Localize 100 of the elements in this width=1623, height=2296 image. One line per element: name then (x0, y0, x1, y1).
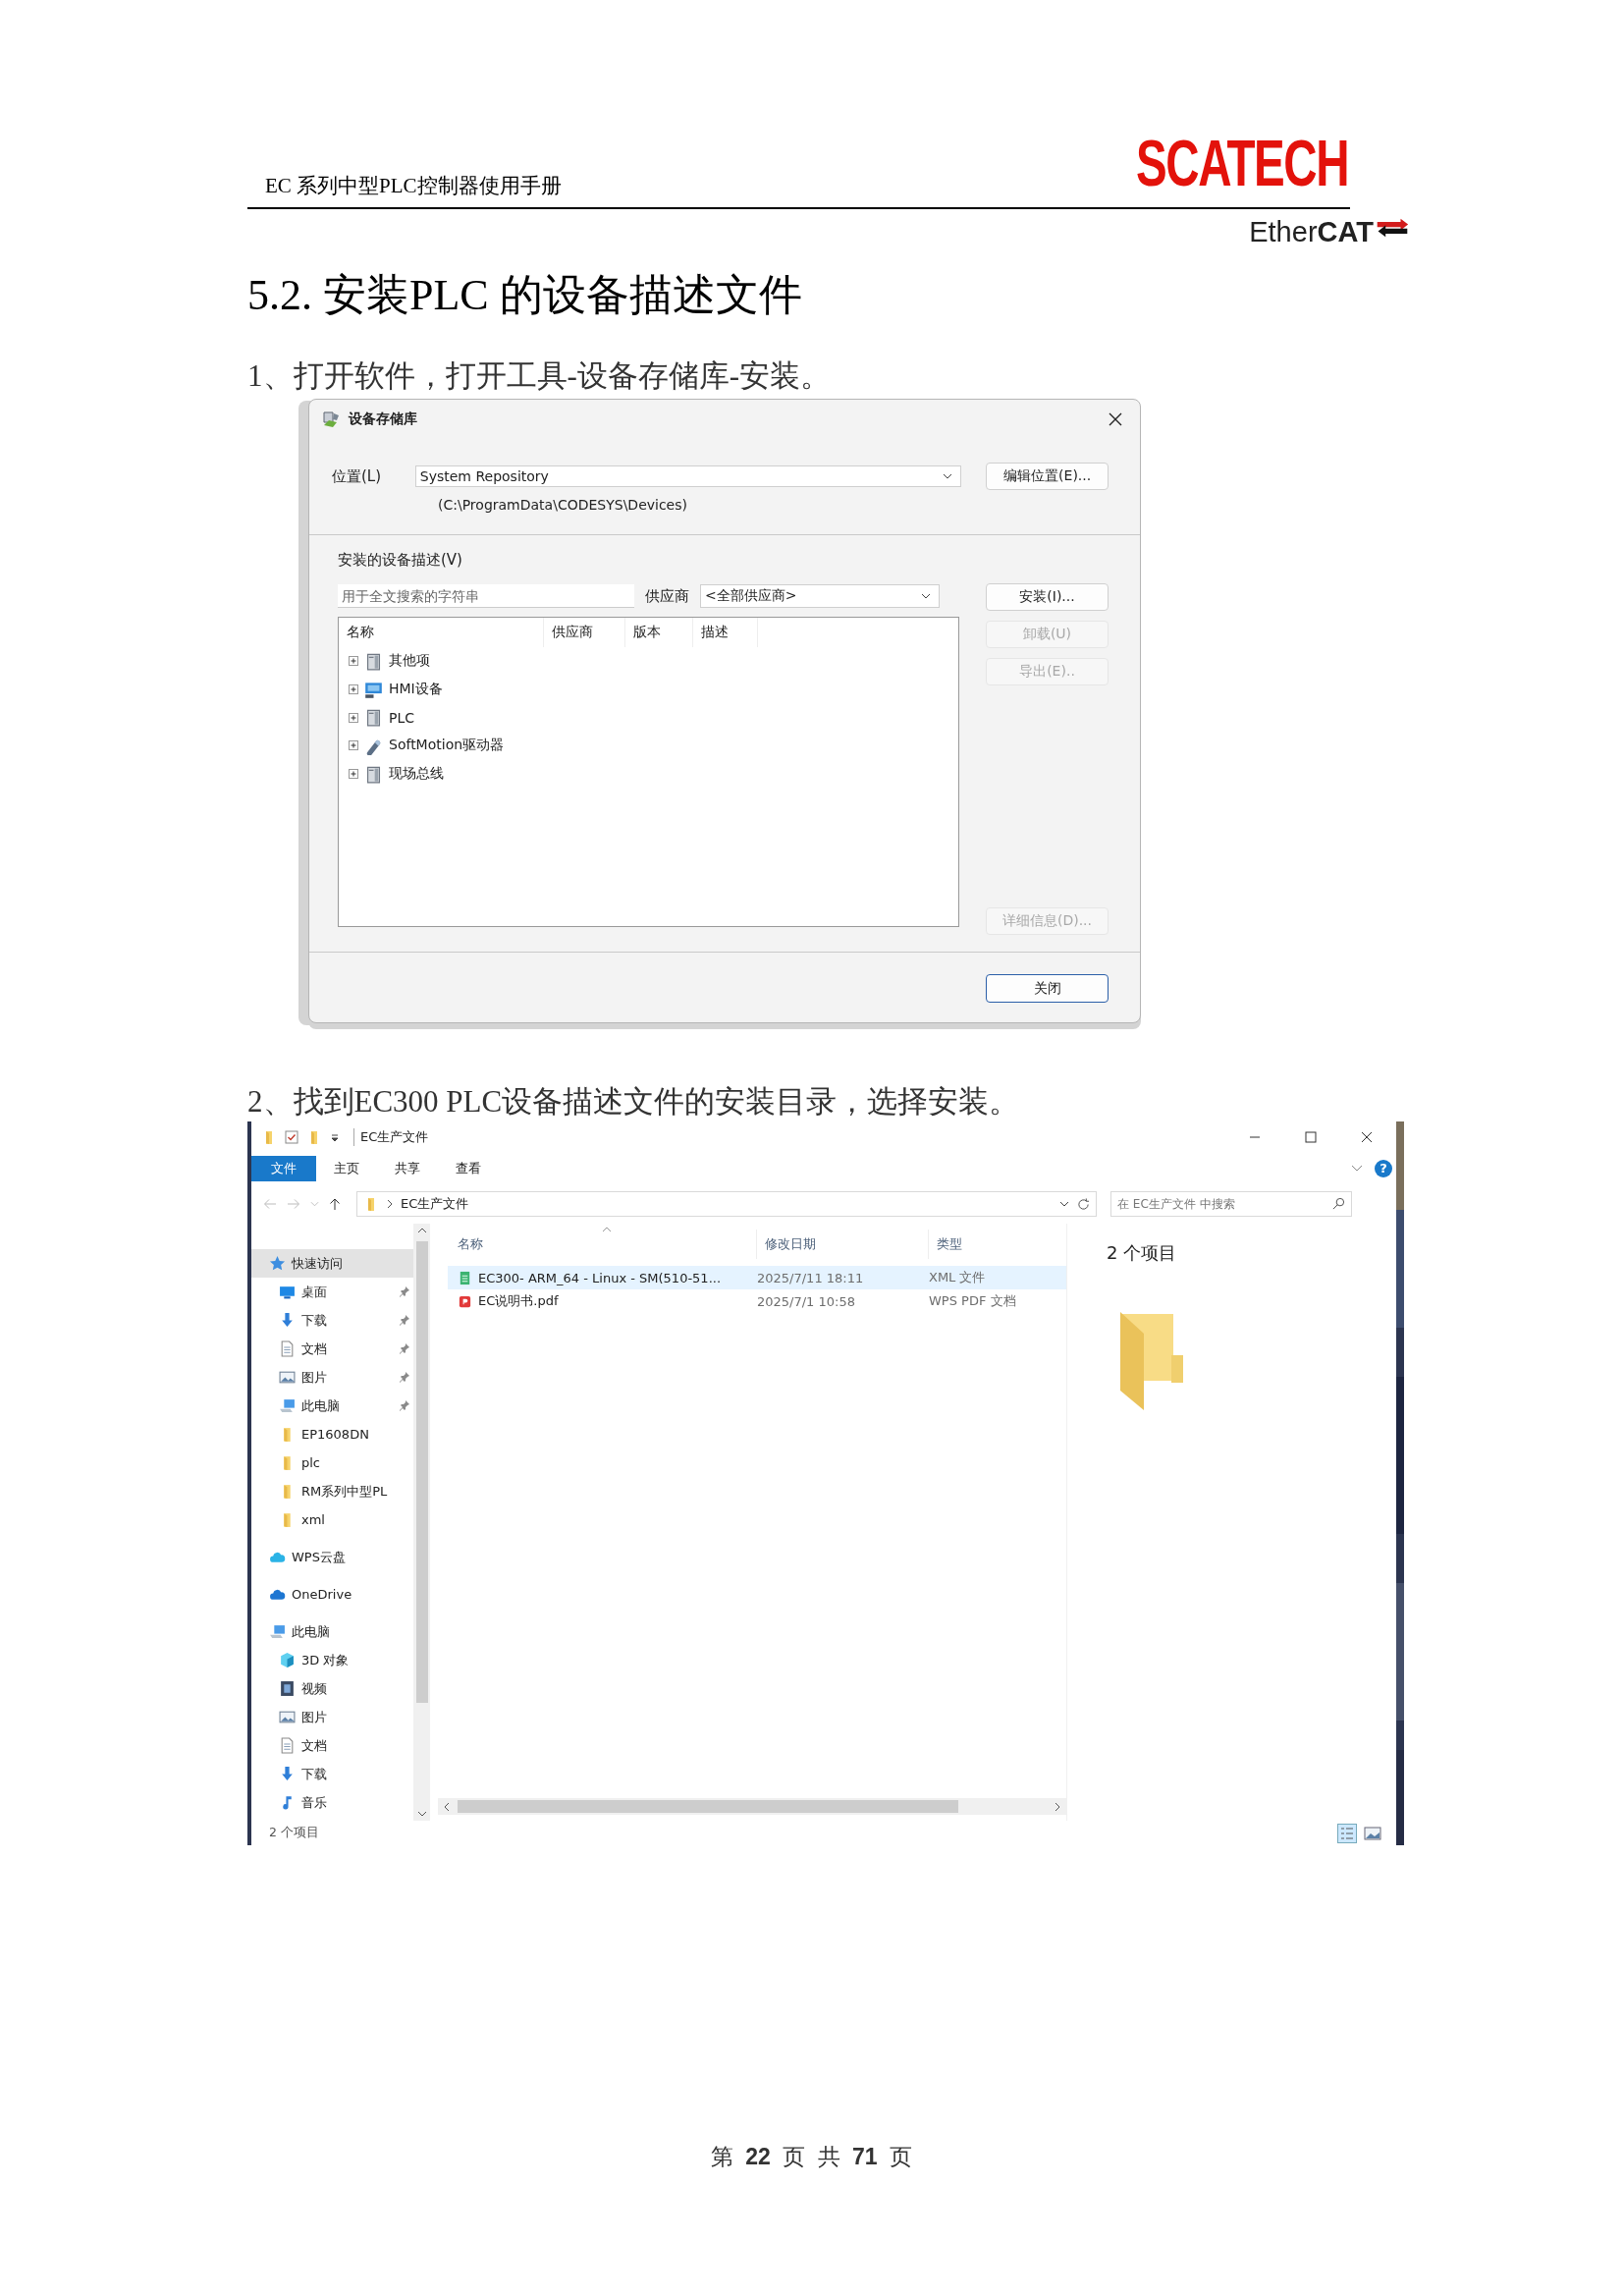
column-header[interactable]: 名称 (450, 1230, 757, 1259)
chevron-down-icon[interactable] (1059, 1201, 1069, 1207)
refresh-icon[interactable] (1077, 1197, 1090, 1211)
step-text: 2、找到EC300 PLC设备描述文件的安装目录，选择安装。 (247, 1083, 1021, 1121)
maximize-icon[interactable] (1305, 1131, 1317, 1143)
file-row[interactable]: EC说明书.pdf 2025/7/1 10:58 WPS PDF 文档 (448, 1289, 1066, 1313)
up-arrow-icon[interactable] (329, 1197, 341, 1211)
nav-item[interactable]: 3D 对象 (251, 1646, 413, 1674)
scrollbar-thumb[interactable] (458, 1800, 958, 1813)
expand-icon[interactable] (349, 769, 358, 780)
chevron-up-icon[interactable] (416, 1228, 427, 1233)
section-heading: 5.2. 安装PLC 的设备描述文件 (247, 270, 803, 321)
search-icon (1332, 1197, 1345, 1210)
expand-icon[interactable] (349, 656, 358, 667)
scrollbar[interactable] (413, 1224, 430, 1821)
nav-item[interactable]: 下载 (251, 1760, 413, 1788)
nav-item[interactable]: RM系列中型PL (251, 1477, 413, 1505)
cabinet-icon (364, 651, 383, 671)
type-cell: WPS PDF 文档 (929, 1292, 1016, 1310)
step-text: 1、打开软件，打开工具-设备存储库-安装。 (247, 357, 833, 395)
column-header[interactable]: 版本 (625, 618, 693, 647)
nav-item[interactable]: 此电脑 (251, 1617, 413, 1646)
document-icon (279, 1340, 296, 1357)
nav-item[interactable]: plc (251, 1449, 413, 1477)
nav-item[interactable]: 快速访问 (251, 1249, 413, 1278)
vendor-dropdown[interactable]: <全部供应商> (700, 584, 940, 608)
document-header-title: EC 系列中型PLC控制器使用手册 (264, 173, 562, 199)
document-icon (279, 1737, 296, 1754)
expand-icon[interactable] (349, 684, 358, 695)
scrollbar[interactable] (438, 1798, 1066, 1815)
chevron-down-icon[interactable] (416, 1811, 427, 1817)
location-dropdown[interactable]: System Repository (414, 465, 962, 487)
scrollbar-thumb[interactable] (415, 1241, 428, 1703)
checkbox-icon[interactable] (285, 1130, 298, 1144)
type-cell: XML 文件 (929, 1269, 986, 1286)
pin-icon[interactable] (399, 1399, 410, 1411)
nav-item[interactable]: EP1608DN (251, 1420, 413, 1449)
search-field[interactable]: 在 EC生产文件 中搜索 (1110, 1191, 1352, 1217)
pin-icon[interactable] (399, 1314, 410, 1326)
column-header[interactable]: 名称 (339, 618, 544, 647)
file-row[interactable]: EC300- ARM_64 - Linux - SM(510-51... 2025/7/11 18:11 XML 文件 (448, 1266, 1066, 1289)
tree-item[interactable]: 其他项 (389, 652, 430, 671)
caret-icon[interactable] (330, 1132, 340, 1142)
column-header[interactable]: 描述 (693, 618, 758, 647)
column-header[interactable]: 修改日期 (757, 1230, 929, 1259)
tree-item[interactable]: PLC (389, 709, 415, 726)
vendor-label: 供应商 (645, 586, 689, 606)
nav-item[interactable]: xml (251, 1505, 413, 1534)
tree-item[interactable]: 现场总线 (389, 765, 444, 784)
dialog-button[interactable]: 安装(I)... (986, 583, 1109, 611)
tree-item[interactable]: SoftMotion驱动器 (389, 737, 505, 755)
pdf-file-icon (458, 1293, 472, 1309)
pin-icon[interactable] (399, 1342, 410, 1354)
close-button[interactable]: 关闭 (986, 974, 1109, 1003)
expand-icon[interactable] (349, 712, 358, 723)
date-cell-text: 2025/7/1 10:58 (757, 1293, 856, 1309)
computer-icon (279, 1397, 296, 1414)
cabinet-icon (364, 708, 383, 728)
ethercat-logo: EtherCAT (1249, 215, 1374, 248)
picture-icon (279, 1369, 296, 1386)
status-text: 2 个项目 (269, 1825, 319, 1841)
company-logo: SCATECH (1135, 131, 1348, 201)
desktop-icon (279, 1284, 296, 1300)
item-count: 2 个项目 (1107, 1241, 1177, 1265)
column-header[interactable]: 供应商 (544, 618, 625, 647)
nav-item[interactable]: 图片 (251, 1703, 413, 1731)
nav-item[interactable]: 图片 (251, 1363, 413, 1392)
edit-location-button[interactable]: 编辑位置(E)... (986, 463, 1109, 490)
date-cell-text: 2025/7/11 18:11 (757, 1270, 865, 1285)
sort-caret-icon (602, 1227, 612, 1232)
ribbon-tab[interactable]: 主页 (316, 1160, 377, 1177)
installed-label: 安装的设备描述(V) (338, 551, 463, 571)
tree-item[interactable]: HMI设备 (389, 681, 443, 699)
expand-icon[interactable] (349, 740, 358, 751)
search-field[interactable]: 用于全文搜索的字符串 (338, 584, 634, 608)
close-icon[interactable] (1361, 1131, 1373, 1143)
nav-item[interactable]: 文档 (251, 1335, 413, 1363)
window-title: EC生产文件 (353, 1128, 429, 1146)
nav-item[interactable]: 下载 (251, 1306, 413, 1335)
ribbon-tab[interactable]: 查看 (438, 1160, 499, 1177)
nav-item[interactable]: WPS云盘 (251, 1543, 413, 1571)
chevron-right-icon[interactable] (1055, 1801, 1060, 1812)
xml-file-icon (458, 1270, 472, 1285)
column-header[interactable]: 类型 (929, 1230, 1066, 1259)
nav-item[interactable]: 此电脑 (251, 1392, 413, 1420)
nav-item[interactable]: 视频 (251, 1674, 413, 1703)
chevron-left-icon[interactable] (444, 1801, 450, 1812)
nav-item[interactable]: OneDrive (251, 1580, 413, 1609)
nav-item[interactable]: 文档 (251, 1731, 413, 1760)
nav-item[interactable]: 音乐 (251, 1788, 413, 1817)
ribbon-tab[interactable]: 共享 (377, 1160, 438, 1177)
pin-icon[interactable] (399, 1371, 410, 1383)
details-view-icon[interactable] (1337, 1823, 1357, 1843)
close-icon[interactable] (1109, 412, 1122, 426)
pin-icon[interactable] (399, 1285, 410, 1297)
address-bar[interactable]: EC生产文件 (356, 1191, 1097, 1217)
help-button[interactable]: ? (1375, 1160, 1392, 1177)
file-menu-button[interactable]: 文件 (251, 1156, 316, 1181)
caret-icon (921, 593, 931, 599)
nav-item[interactable]: 桌面 (251, 1278, 413, 1306)
